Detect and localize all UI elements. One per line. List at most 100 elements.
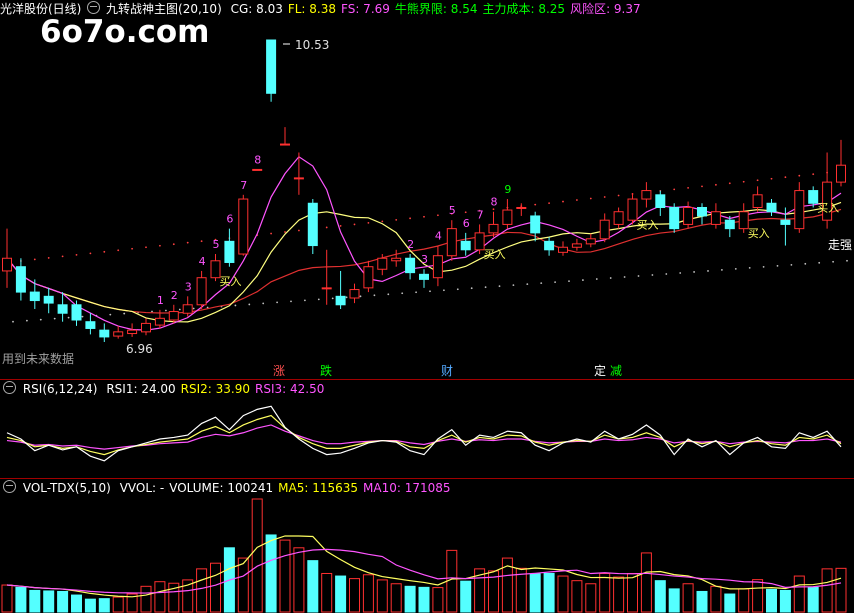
candle-body	[836, 164, 846, 183]
guide-dot	[534, 203, 537, 206]
candle-body	[516, 206, 527, 209]
candle-body	[530, 215, 541, 234]
guide-dot	[589, 197, 592, 200]
guide-dot	[262, 302, 265, 305]
candle-body	[280, 143, 290, 146]
guide-dot	[623, 276, 626, 278]
guide-dot	[832, 260, 834, 263]
candle-body	[752, 194, 763, 208]
guide-dot	[562, 200, 564, 203]
volume-bar	[543, 572, 555, 613]
volume-bar	[98, 598, 110, 613]
guide-dot	[790, 263, 793, 266]
guide-dot	[687, 186, 689, 189]
guide-dot	[359, 295, 362, 298]
candle-body	[571, 243, 582, 248]
volume-bar	[293, 547, 305, 613]
volume-bar	[599, 572, 611, 613]
guide-dot	[331, 297, 334, 300]
volume-bar	[196, 568, 208, 613]
candle-body	[335, 295, 346, 306]
candle-body	[502, 209, 513, 225]
guide-dot	[339, 225, 342, 227]
countdown-number: 8	[491, 196, 498, 209]
volume-bar	[779, 589, 791, 613]
guide-dot	[540, 282, 543, 285]
volume-bar	[668, 588, 680, 613]
candle-body	[363, 266, 374, 289]
volume-bar	[307, 560, 319, 613]
volume-bar	[710, 585, 722, 613]
guide-dot	[317, 298, 320, 301]
guide-dot	[568, 280, 570, 282]
guide-dot	[12, 320, 14, 323]
candle-body	[655, 194, 666, 208]
volume-bar	[1, 584, 13, 613]
guide-dot	[721, 269, 723, 271]
guide-dot	[603, 196, 606, 198]
guide-dot	[846, 259, 848, 262]
volume-bar	[15, 586, 27, 613]
signal-tag: 涨	[273, 364, 286, 378]
fs-line	[6, 155, 842, 331]
price-chart[interactable]: 1 234567823456789买入买入买入买入买入	[0, 0, 854, 380]
candle-body	[182, 304, 193, 314]
candle-body	[15, 266, 26, 293]
guide-dot	[437, 214, 439, 217]
countdown-number: 5	[449, 204, 456, 217]
guide-dot	[609, 277, 612, 279]
guide-dot	[728, 182, 731, 185]
countdown-number: 9	[504, 183, 511, 196]
volume-bar	[265, 534, 277, 613]
guide-dot	[665, 273, 668, 275]
guide-dot	[776, 264, 779, 267]
guide-dot	[804, 262, 807, 265]
volume-bar	[585, 583, 597, 613]
countdown-number: 2	[171, 289, 178, 302]
guide-dot	[200, 240, 203, 243]
candle-body	[641, 190, 652, 200]
volume-bar	[251, 498, 263, 613]
volume-bar	[84, 598, 96, 613]
guide-dot	[81, 315, 84, 318]
guide-dot	[693, 271, 695, 273]
guide-dot	[39, 318, 42, 321]
volume-bar	[835, 567, 847, 613]
candle-body	[613, 211, 624, 225]
guide-dot	[498, 285, 501, 288]
guide-dot	[373, 294, 376, 297]
volume-bar	[29, 589, 41, 613]
guide-dot	[784, 176, 787, 179]
guide-dot	[89, 252, 92, 255]
volume-bar	[321, 572, 333, 613]
guide-dot	[61, 255, 64, 258]
guide-dot	[304, 299, 306, 302]
candle-body	[419, 273, 429, 280]
guide-dot	[526, 283, 529, 286]
guide-dot	[325, 226, 328, 229]
countdown-number: 3	[185, 280, 192, 293]
guide-dot	[345, 296, 348, 299]
guide-dot	[443, 289, 445, 292]
countdown-number: 5	[213, 238, 220, 251]
candle-body	[349, 289, 360, 299]
low-price-label: 6.96	[126, 342, 153, 356]
volume-bar	[404, 585, 416, 613]
strong-label: 走强	[828, 238, 853, 252]
volume-bar	[57, 590, 69, 613]
volume-bar	[210, 562, 221, 613]
rsi-chart[interactable]	[0, 380, 854, 478]
guide-dot	[715, 183, 717, 186]
candle-body	[113, 331, 124, 337]
volume-bar	[627, 572, 638, 613]
volume-bar	[557, 575, 569, 613]
guide-dot	[762, 265, 765, 268]
high-price-label: 10.53	[295, 38, 330, 52]
candle-body	[558, 246, 568, 253]
candle-body	[780, 219, 791, 225]
guide-dot	[748, 266, 751, 269]
guide-dot	[270, 232, 272, 235]
guide-dot	[548, 202, 550, 204]
candle-body	[669, 206, 680, 230]
volume-chart[interactable]	[0, 479, 854, 613]
